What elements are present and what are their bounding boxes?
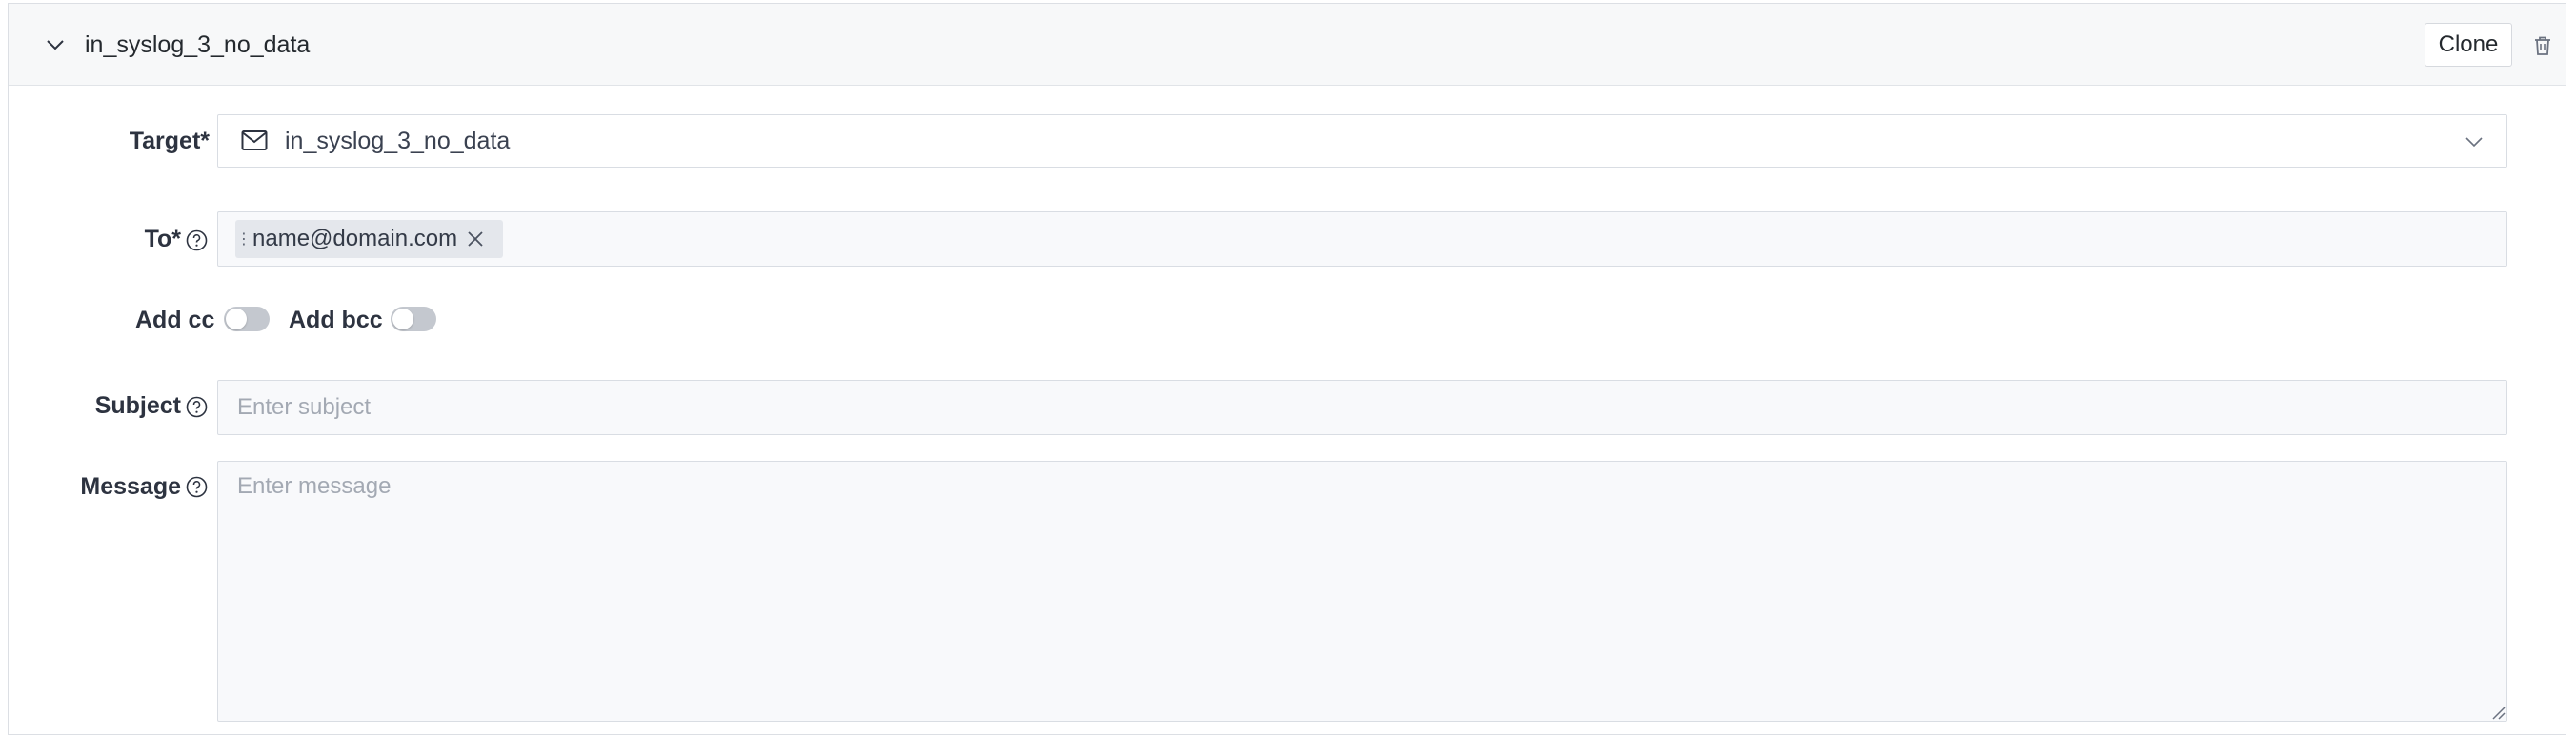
chevron-down-icon[interactable] <box>2465 132 2484 151</box>
trash-icon[interactable] <box>2531 34 2554 57</box>
drag-handle-icon[interactable]: ⋮ <box>235 220 252 258</box>
chevron-down-icon[interactable] <box>45 34 66 55</box>
resize-handle-icon[interactable] <box>2490 705 2506 720</box>
to-field[interactable]: ⋮ name@domain.com <box>217 211 2507 267</box>
panel-header: in_syslog_3_no_data Clone <box>9 4 2566 86</box>
message-label: Message <box>80 473 181 500</box>
close-icon[interactable] <box>467 230 484 248</box>
recipient-chip[interactable]: ⋮ name@domain.com <box>235 220 504 258</box>
to-label: To* <box>144 226 181 252</box>
help-icon[interactable] <box>186 476 208 498</box>
subject-label: Subject <box>94 392 181 419</box>
toggle-knob <box>226 309 247 329</box>
message-textarea[interactable] <box>217 461 2507 722</box>
add-bcc-label: Add bcc <box>289 307 383 333</box>
mail-icon <box>241 130 268 150</box>
subject-input[interactable] <box>217 380 2507 435</box>
target-select[interactable]: in_syslog_3_no_data <box>217 114 2507 168</box>
target-value: in_syslog_3_no_data <box>285 128 511 154</box>
add-cc-label: Add cc <box>135 307 215 333</box>
add-cc-toggle[interactable] <box>224 307 270 331</box>
help-icon[interactable] <box>186 229 208 251</box>
target-label: Target* <box>129 128 210 154</box>
add-bcc-toggle[interactable] <box>391 307 436 331</box>
toggle-knob <box>392 309 413 329</box>
help-icon[interactable] <box>186 396 208 418</box>
recipient-chip-label: name@domain.com <box>252 226 458 251</box>
panel-title: in_syslog_3_no_data <box>85 31 311 58</box>
clone-button[interactable]: Clone <box>2425 23 2512 67</box>
